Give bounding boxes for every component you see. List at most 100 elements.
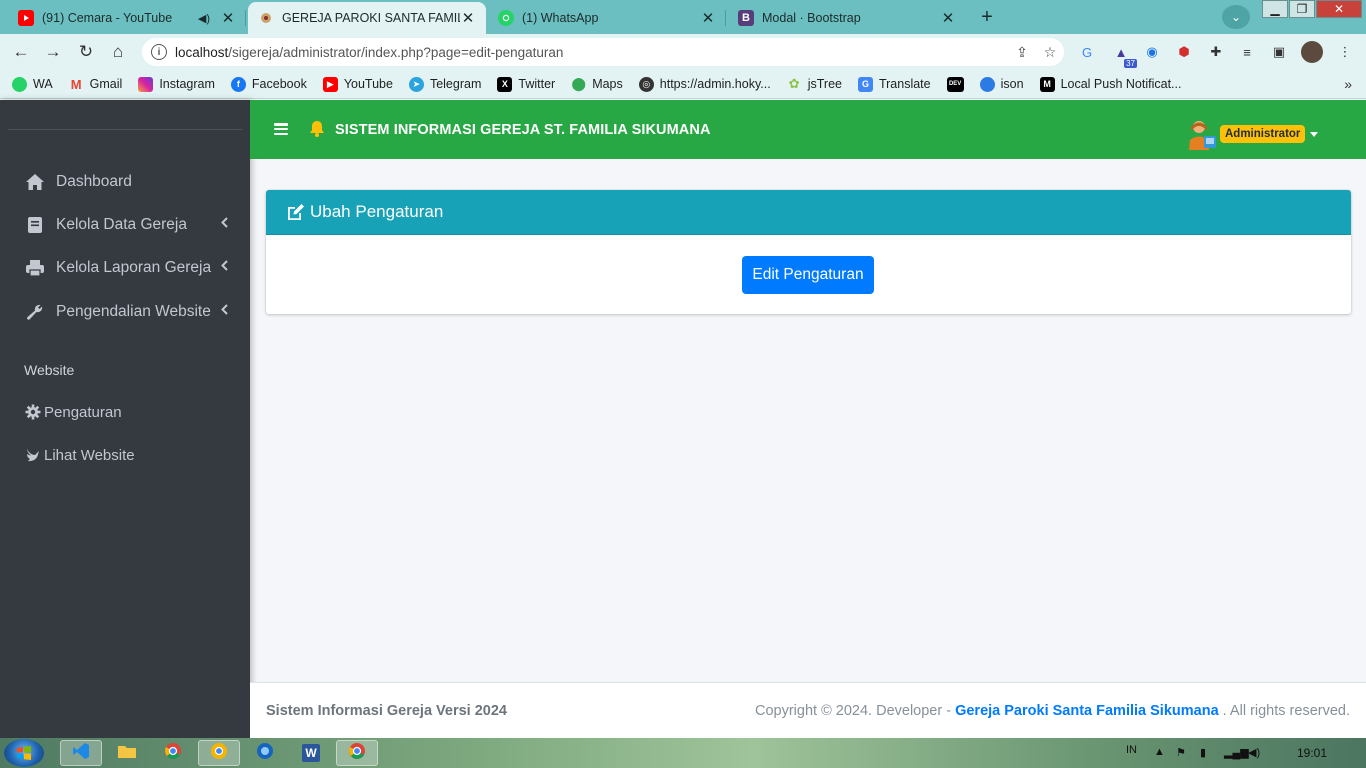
tab-youtube[interactable]: (91) Cemara - YouTube ◀) ✕: [8, 2, 246, 34]
forward-icon[interactable]: →: [42, 41, 64, 63]
sidebar-item-lihat-website[interactable]: Lihat Website: [24, 442, 135, 468]
power-icon[interactable]: ▮: [1200, 746, 1206, 759]
app-circle-icon: [256, 742, 274, 765]
facebook-icon: f: [230, 76, 246, 92]
close-tab-icon[interactable]: ✕: [700, 9, 716, 27]
footer-copyright: Copyright © 2024. Developer - Gereja Par…: [755, 703, 1350, 719]
network-icon[interactable]: ▂▄▆: [1224, 746, 1249, 759]
printer-icon: [24, 257, 46, 279]
os-taskbar: W IN ▲ ⚑ ▮ ▂▄▆ ◀) 19:01: [0, 738, 1366, 768]
sidebar-item-pengendalian[interactable]: Pengendalian Website: [24, 294, 234, 330]
taskbar-vscode[interactable]: [60, 740, 102, 766]
bookmark-translate[interactable]: G Translate: [857, 76, 931, 92]
profile-avatar-icon[interactable]: [1301, 41, 1323, 63]
reload-icon[interactable]: ↻: [75, 41, 97, 63]
bookmark-instagram[interactable]: Instagram: [138, 76, 215, 92]
start-button[interactable]: [4, 739, 44, 767]
url-text[interactable]: localhost/sigereja/administrator/index.p…: [175, 45, 1008, 60]
tray-expand-icon[interactable]: ▲: [1154, 746, 1165, 758]
card-header: Ubah Pengaturan: [266, 190, 1351, 235]
share-icon[interactable]: ⇪: [1008, 44, 1036, 61]
bookmark-dev[interactable]: DEV ison: [946, 76, 1024, 92]
bookmark-push[interactable]: M Local Push Notificat...: [1039, 76, 1181, 92]
taskbar-explorer[interactable]: [106, 740, 148, 766]
chevron-left-icon: [221, 304, 228, 318]
close-tab-icon[interactable]: ✕: [460, 9, 476, 27]
developer-link[interactable]: Gereja Paroki Santa Familia Sikumana: [955, 703, 1219, 719]
medium-icon: M: [1039, 76, 1055, 92]
gear-icon: [24, 404, 42, 420]
hamburger-menu-icon[interactable]: [274, 123, 288, 135]
bookmark-gmail[interactable]: M Gmail: [69, 77, 123, 92]
language-indicator[interactable]: IN: [1126, 744, 1137, 756]
speaker-icon[interactable]: ◀): [198, 12, 210, 25]
x-twitter-icon: X: [497, 76, 513, 92]
tab-whatsapp[interactable]: (1) WhatsApp ✕: [488, 2, 726, 34]
bookmark-youtube[interactable]: ▶ YouTube: [322, 76, 393, 92]
bookmark-twitter[interactable]: X Twitter: [497, 76, 555, 92]
taskbar-chrome[interactable]: [152, 740, 194, 766]
wrench-icon: [24, 301, 46, 323]
sidebar-item-pengaturan[interactable]: Pengaturan: [24, 399, 122, 425]
taskbar-word[interactable]: W: [290, 740, 332, 766]
maximize-button[interactable]: ❐: [1289, 0, 1315, 18]
bookmark-star-icon[interactable]: ☆: [1036, 44, 1064, 61]
back-icon[interactable]: ←: [10, 41, 32, 63]
system-clock[interactable]: 19:01: [1297, 746, 1327, 760]
bookmark-telegram[interactable]: ➤ Telegram: [408, 76, 481, 92]
sidebar-item-kelola-laporan[interactable]: Kelola Laporan Gereja: [24, 250, 234, 286]
flag-icon[interactable]: ⚑: [1176, 746, 1186, 759]
home-icon[interactable]: ⌂: [107, 41, 129, 63]
graduation-extension-icon[interactable]: ▲ 37: [1111, 42, 1137, 68]
address-bar[interactable]: i localhost/sigereja/administrator/index…: [142, 38, 1064, 66]
bookmark-jstree[interactable]: ✿ jsTree: [787, 76, 842, 92]
close-tab-icon[interactable]: ✕: [220, 9, 236, 27]
globe-extension-icon[interactable]: ◉: [1142, 42, 1162, 62]
close-window-button[interactable]: ✕: [1316, 0, 1362, 18]
shield-extension-icon[interactable]: ⬢: [1174, 42, 1194, 62]
telegram-icon: ➤: [408, 76, 424, 92]
bookmark-wa[interactable]: WA: [12, 76, 53, 92]
bookmark-facebook[interactable]: f Facebook: [230, 76, 307, 92]
bookmarks-bar: WA M Gmail Instagram f Facebook ▶ YouTube ➤…: [0, 70, 1366, 99]
whatsapp-icon: [12, 76, 27, 92]
taskbar-app[interactable]: [244, 740, 286, 766]
taskbar-chrome-profile[interactable]: [198, 740, 240, 766]
user-name-badge: Administrator: [1220, 125, 1306, 143]
tab-title: Modal · Bootstrap: [762, 11, 861, 25]
tab-search-button[interactable]: ⌄: [1222, 5, 1250, 29]
bootstrap-icon: B: [738, 10, 754, 26]
close-tab-icon[interactable]: ✕: [940, 9, 956, 27]
user-menu[interactable]: Administrator: [1186, 118, 1319, 150]
main-header: SISTEM INFORMASI GEREJA ST. FAMILIA SIKU…: [250, 100, 1366, 159]
folder-icon: [117, 743, 137, 764]
bookmarks-overflow-icon[interactable]: »: [1344, 76, 1352, 92]
tab-gereja[interactable]: GEREJA PAROKI SANTA FAMILIA ✕: [248, 2, 486, 34]
chrome-profile-icon: [210, 742, 228, 765]
translate-extension-icon[interactable]: G: [1077, 42, 1097, 62]
sidebar-item-dashboard[interactable]: Dashboard: [24, 164, 234, 200]
bookmark-admin[interactable]: ◎ https://admin.hoky...: [638, 76, 771, 92]
side-panel-icon[interactable]: ▣: [1269, 42, 1289, 62]
chevron-left-icon: [221, 260, 228, 274]
taskbar-chrome-active[interactable]: [336, 740, 378, 766]
maps-pin-icon: ⬤: [571, 76, 586, 91]
bookmark-maps[interactable]: ⬤ Maps: [571, 76, 622, 92]
app-brand-title: SISTEM INFORMASI GEREJA ST. FAMILIA SIKU…: [335, 122, 711, 138]
dev-icon: DEV: [946, 76, 964, 92]
edit-pengaturan-button[interactable]: Edit Pengaturan: [742, 256, 874, 294]
extensions-puzzle-icon[interactable]: ✚: [1206, 42, 1226, 62]
tab-bootstrap[interactable]: B Modal · Bootstrap ✕: [728, 2, 966, 34]
menu-kebab-icon[interactable]: ⋮: [1335, 42, 1355, 62]
sidebar-section-header: Website: [24, 362, 75, 378]
translate-icon: G: [857, 76, 873, 92]
site-info-icon[interactable]: i: [151, 44, 167, 60]
new-tab-button[interactable]: +: [973, 5, 1001, 29]
minimize-button[interactable]: ▁: [1262, 0, 1288, 18]
volume-icon[interactable]: ◀): [1248, 746, 1260, 759]
browser-tab-strip: (91) Cemara - YouTube ◀) ✕ GEREJA PAROKI…: [0, 0, 1366, 34]
card-title: Ubah Pengaturan: [310, 202, 444, 221]
vscode-icon: [72, 742, 90, 765]
reading-list-icon[interactable]: ≡: [1237, 42, 1257, 62]
sidebar-item-kelola-data[interactable]: Kelola Data Gereja: [24, 207, 234, 243]
